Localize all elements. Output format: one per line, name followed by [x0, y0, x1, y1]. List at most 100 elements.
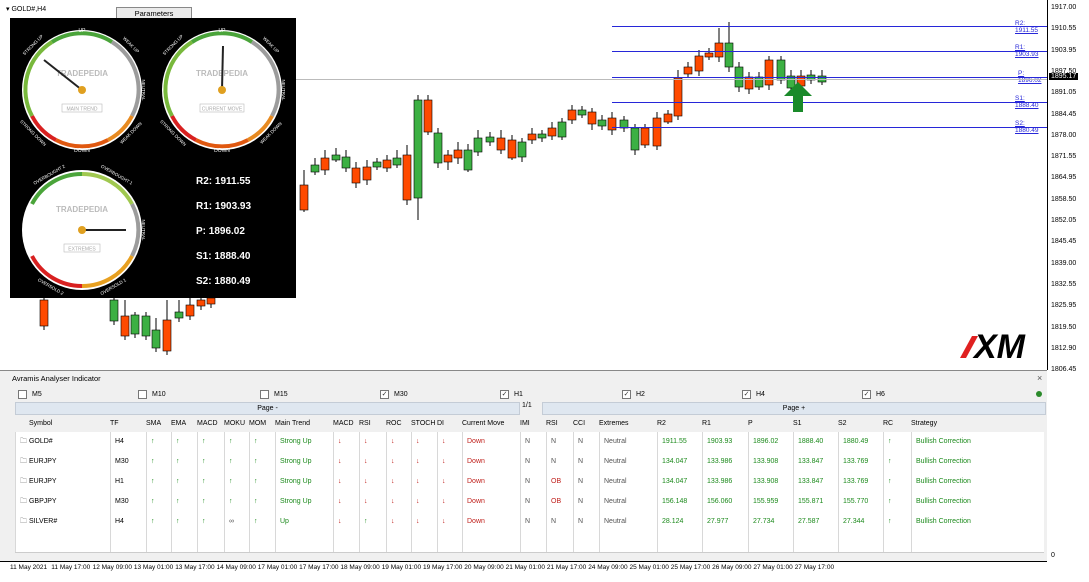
table-row[interactable]: 🗀 SILVER# H4 ↑ ↑ ↑ ∞ ↑ Up ↓ ↑ ↓ ↓ ↓ Down N N N Neutral 28.… — [15, 512, 1044, 533]
column-header-symbol[interactable]: Symbol — [29, 420, 52, 427]
symbol-timeframe-label[interactable]: ▾ GOLD#,H4 — [6, 5, 46, 13]
xm-logo: XM — [960, 328, 1026, 362]
cell-tf — [110, 532, 146, 552]
checkbox-icon[interactable] — [260, 390, 269, 399]
price-tick: 1917.00 — [1051, 4, 1077, 11]
pivot-line-label: P: 1896.02 — [1018, 70, 1042, 84]
checkbox-icon[interactable] — [18, 390, 27, 399]
column-header-s2[interactable]: S2 — [838, 420, 847, 427]
cell-strategy: Bullish Correction — [911, 472, 1044, 492]
column-header-r2[interactable]: R2 — [657, 420, 666, 427]
cell-rsi: ↓ — [359, 432, 386, 452]
timeframe-checkbox-m15[interactable]: M15 — [260, 390, 288, 399]
column-header-macd[interactable]: MACD — [333, 420, 354, 427]
price-tick: 1891.05 — [1051, 89, 1077, 97]
bearish-candle — [351, 162, 361, 188]
column-header-r1[interactable]: R1 — [702, 420, 711, 427]
column-header-extremes[interactable]: Extremes — [599, 420, 629, 427]
column-header-s1[interactable]: S1 — [793, 420, 802, 427]
cell-rsi: ↓ — [359, 452, 386, 472]
time-label: 13 May 01:00 — [133, 564, 174, 571]
table-row[interactable]: 🗀 EURJPY H1 ↑ ↑ ↑ ↑ ↑ Strong Up ↓ ↓ ↓ ↓ ↓ Down N OB N Neu… — [15, 472, 1044, 493]
xm-logo-text: XM — [972, 328, 1026, 362]
time-label: 19 May 01:00 — [381, 564, 422, 571]
page-next-button[interactable]: Page + — [542, 402, 1046, 415]
column-header-cci[interactable]: CCI — [573, 420, 585, 427]
time-label: 27 May 01:00 — [753, 564, 793, 571]
page-prev-button[interactable]: Page - — [15, 402, 520, 415]
timeframe-checkbox-h2[interactable]: ✓ H2 — [622, 390, 645, 399]
close-icon[interactable]: × — [1037, 373, 1042, 383]
column-header-main-trend[interactable]: Main Trend — [275, 420, 310, 427]
timeframe-checkbox-h1[interactable]: ✓ H1 — [500, 390, 523, 399]
column-header-macd[interactable]: MACD — [197, 420, 218, 427]
column-header-tf[interactable]: TF — [110, 420, 119, 427]
cell-symbol: 🗀 EURJPY — [15, 472, 110, 492]
cell-r1: 156.060 — [702, 492, 748, 512]
column-header-imi[interactable]: IMI — [520, 420, 530, 427]
bearish-candle — [683, 62, 693, 78]
bearish-candle — [567, 105, 577, 124]
timeframe-checkbox-m30[interactable]: ✓ M30 — [380, 390, 408, 399]
column-header-p[interactable]: P — [748, 420, 753, 427]
column-header-sma[interactable]: SMA — [146, 420, 161, 427]
checkbox-icon[interactable]: ✓ — [500, 390, 509, 399]
column-header-rsi[interactable]: RSI — [546, 420, 558, 427]
cell-sma: ↑ — [146, 452, 171, 472]
cell-macd2: ↓ — [333, 432, 359, 452]
cell-macd — [197, 532, 224, 552]
column-header-roc[interactable]: ROC — [386, 420, 402, 427]
symbol-text: SILVER# — [28, 518, 58, 525]
cell-current-move: Down — [462, 512, 520, 532]
gauge-caption: CURRENT MOVE — [202, 107, 243, 113]
checkbox-icon[interactable]: ✓ — [380, 390, 389, 399]
r1-value: R1: 1903.93 — [196, 201, 252, 212]
checkbox-icon[interactable]: ✓ — [742, 390, 751, 399]
cell-sma: ↑ — [146, 512, 171, 532]
checkbox-icon[interactable]: ✓ — [622, 390, 631, 399]
column-header-ema[interactable]: EMA — [171, 420, 186, 427]
cell-sma: ↑ — [146, 492, 171, 512]
cell-mom: ↑ — [249, 432, 275, 452]
table-row[interactable]: 🗀 EURJPY M30 ↑ ↑ ↑ ↑ ↑ Strong Up ↓ ↓ ↓ ↓ ↓ Down N N N Neu… — [15, 452, 1044, 473]
folder-icon[interactable]: 🗀 — [20, 498, 29, 505]
table-row[interactable] — [15, 532, 1044, 553]
cell-rsi: ↑ — [359, 512, 386, 532]
folder-icon[interactable]: 🗀 — [20, 478, 29, 485]
folder-icon[interactable]: 🗀 — [20, 458, 29, 465]
time-label: 19 May 17:00 — [423, 564, 463, 571]
price-axis[interactable]: 1917.00 1910.55 1903.95 1897.50 1891.05 1884.… — [1047, 0, 1089, 373]
column-header-rsi[interactable]: RSI — [359, 420, 371, 427]
time-axis: 11 May 2021 11 May 17:00 12 May 09:00 13 Ma… — [0, 561, 1047, 582]
cell-rsi2: OB — [546, 492, 573, 512]
time-label: 20 May 09:00 — [464, 564, 504, 571]
bullish-candle — [577, 106, 587, 118]
bullish-candle — [724, 22, 734, 72]
cell-strategy — [911, 532, 1044, 552]
column-header-mom[interactable]: MOM — [249, 420, 266, 427]
checkbox-icon[interactable]: ✓ — [862, 390, 871, 399]
table-row[interactable]: 🗀 GOLD# H4 ↑ ↑ ↑ ↑ ↑ Strong Up ↓ ↓ ↓ ↓ ↓ Down N N N Neutr… — [15, 432, 1044, 453]
price-chart[interactable]: ▾ GOLD#,H4 Parameters R2: 1911.55 R1: 19… — [0, 0, 1047, 370]
column-header-rc[interactable]: RC — [883, 420, 893, 427]
bearish-candle — [299, 170, 309, 212]
gauge-brand: TRADEPEDIA — [56, 205, 108, 214]
cell-main-trend: Strong Up — [275, 472, 333, 492]
folder-icon[interactable]: 🗀 — [20, 438, 29, 445]
folder-icon[interactable]: 🗀 — [20, 518, 29, 525]
status-indicator — [1036, 391, 1042, 397]
column-header-stoch[interactable]: STOCH — [411, 420, 435, 427]
timeframe-checkbox-h6[interactable]: ✓ H6 — [862, 390, 885, 399]
timeframe-checkbox-h4[interactable]: ✓ H4 — [742, 390, 765, 399]
bullish-candle — [310, 158, 320, 175]
timeframe-checkbox-m10[interactable]: M10 — [138, 390, 166, 399]
column-header-di[interactable]: DI — [437, 420, 444, 427]
column-header-strategy[interactable]: Strategy — [911, 420, 937, 427]
time-label: 14 May 09:00 — [216, 564, 256, 571]
table-row[interactable]: 🗀 GBPJPY M30 ↑ ↑ ↑ ↑ ↑ Strong Up ↓ ↓ ↓ ↓ ↓ Down N OB N Ne… — [15, 492, 1044, 513]
timeframe-checkbox-m5[interactable]: M5 — [18, 390, 42, 399]
column-header-moku[interactable]: MOKU — [224, 420, 245, 427]
checkbox-icon[interactable] — [138, 390, 147, 399]
column-header-current-move[interactable]: Current Move — [462, 420, 504, 427]
cell-mom — [249, 532, 275, 552]
